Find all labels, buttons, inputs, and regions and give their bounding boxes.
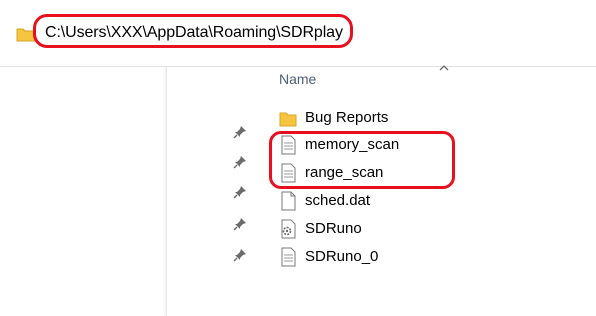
file-name: SDRuno_0 (305, 248, 379, 265)
folder-icon (279, 112, 297, 127)
address-bar[interactable]: C:\Users\XXX\AppData\Roaming\SDRplay (0, 0, 596, 67)
list-item[interactable]: Bug Reports (275, 105, 575, 131)
list-item[interactable]: range_scan (275, 160, 575, 186)
folder-icon (16, 28, 36, 42)
list-item[interactable]: SDRuno (275, 216, 575, 242)
file-name: SDRuno (305, 220, 362, 237)
list-item[interactable]: memory_scan (275, 132, 575, 158)
column-header-name[interactable]: Name (279, 71, 316, 87)
file-name: range_scan (305, 164, 384, 181)
navigation-pane (0, 67, 166, 316)
text-file-icon (281, 135, 296, 155)
pin-icon[interactable] (233, 248, 247, 262)
address-path[interactable]: C:\Users\XXX\AppData\Roaming\SDRplay (45, 24, 343, 42)
pin-icon[interactable] (233, 125, 247, 139)
list-item[interactable]: SDRuno_0 (275, 244, 575, 270)
pin-icon[interactable] (233, 217, 247, 231)
text-file-icon (281, 163, 296, 183)
file-name: memory_scan (305, 136, 400, 153)
text-file-icon (281, 247, 296, 267)
settings-file-icon (281, 219, 296, 239)
pin-icon[interactable] (233, 185, 247, 199)
sort-ascending-icon[interactable] (437, 61, 451, 75)
file-name: sched.dat (305, 192, 371, 209)
file-name: Bug Reports (305, 109, 389, 126)
file-list-pane: Name Bug Reports memory_scan range_scan … (166, 65, 596, 316)
pin-icon[interactable] (233, 155, 247, 169)
list-item[interactable]: sched.dat (275, 188, 575, 214)
blank-file-icon (281, 191, 296, 211)
